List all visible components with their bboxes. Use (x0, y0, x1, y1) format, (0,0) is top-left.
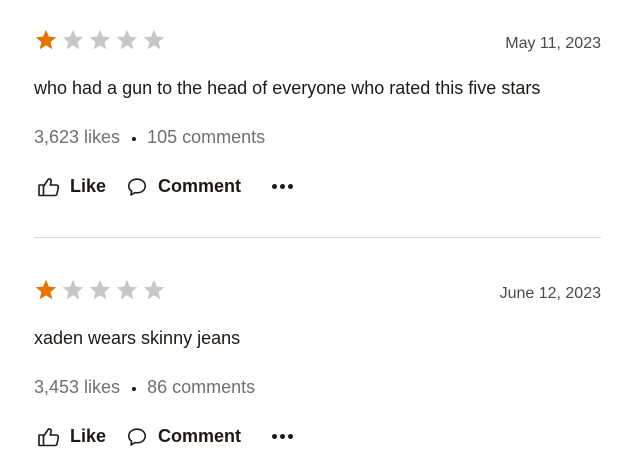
review-text: who had a gun to the head of everyone wh… (34, 78, 541, 98)
more-options-icon[interactable] (272, 180, 294, 193)
star-rating (34, 278, 166, 302)
star-empty-icon (62, 29, 84, 50)
comments-count-link[interactable]: 86 comments (147, 377, 255, 398)
comment-label: Comment (158, 426, 242, 446)
star-empty-icon (89, 29, 111, 50)
likes-count-link[interactable]: 3,623 likes (34, 127, 120, 148)
star-empty-icon (143, 279, 165, 300)
review-card: May 11, 2023 who had a gun to the head o… (34, 28, 601, 196)
more-options-icon[interactable] (272, 430, 294, 443)
separator-dot (132, 386, 137, 391)
review-divider (34, 237, 601, 238)
review-date: May 11, 2023 (505, 35, 601, 52)
review-stats: 3,623 likes 105 comments (34, 127, 265, 148)
review-stats: 3,453 likes 86 comments (34, 377, 255, 398)
review-actions: Like Comment (38, 426, 294, 447)
star-rating (34, 28, 166, 52)
like-button[interactable]: Like (38, 426, 106, 447)
star-filled-icon (35, 29, 57, 50)
speech-bubble-icon (128, 427, 147, 446)
like-button[interactable]: Like (38, 176, 106, 197)
star-filled-icon (35, 279, 57, 300)
review-header: June 12, 2023 (34, 278, 601, 306)
like-label: Like (70, 426, 107, 446)
review-card: June 12, 2023 xaden wears skinny jeans 3… (34, 278, 601, 446)
separator-dot (132, 136, 137, 141)
star-empty-icon (62, 279, 84, 300)
thumbs-up-icon (38, 177, 60, 196)
comment-label: Comment (158, 176, 242, 196)
comment-button[interactable]: Comment (127, 426, 241, 447)
review-text: xaden wears skinny jeans (34, 328, 241, 348)
review-actions: Like Comment (38, 176, 294, 197)
review-header: May 11, 2023 (34, 28, 601, 56)
star-empty-icon (143, 29, 165, 50)
like-label: Like (70, 176, 107, 196)
comments-count-link[interactable]: 105 comments (147, 127, 265, 148)
comment-button[interactable]: Comment (127, 176, 241, 197)
thumbs-up-icon (38, 427, 60, 446)
star-empty-icon (116, 279, 138, 300)
speech-bubble-icon (128, 177, 147, 196)
star-empty-icon (116, 29, 138, 50)
star-empty-icon (89, 279, 111, 300)
likes-count-link[interactable]: 3,453 likes (34, 377, 120, 398)
review-date: June 12, 2023 (499, 285, 601, 302)
